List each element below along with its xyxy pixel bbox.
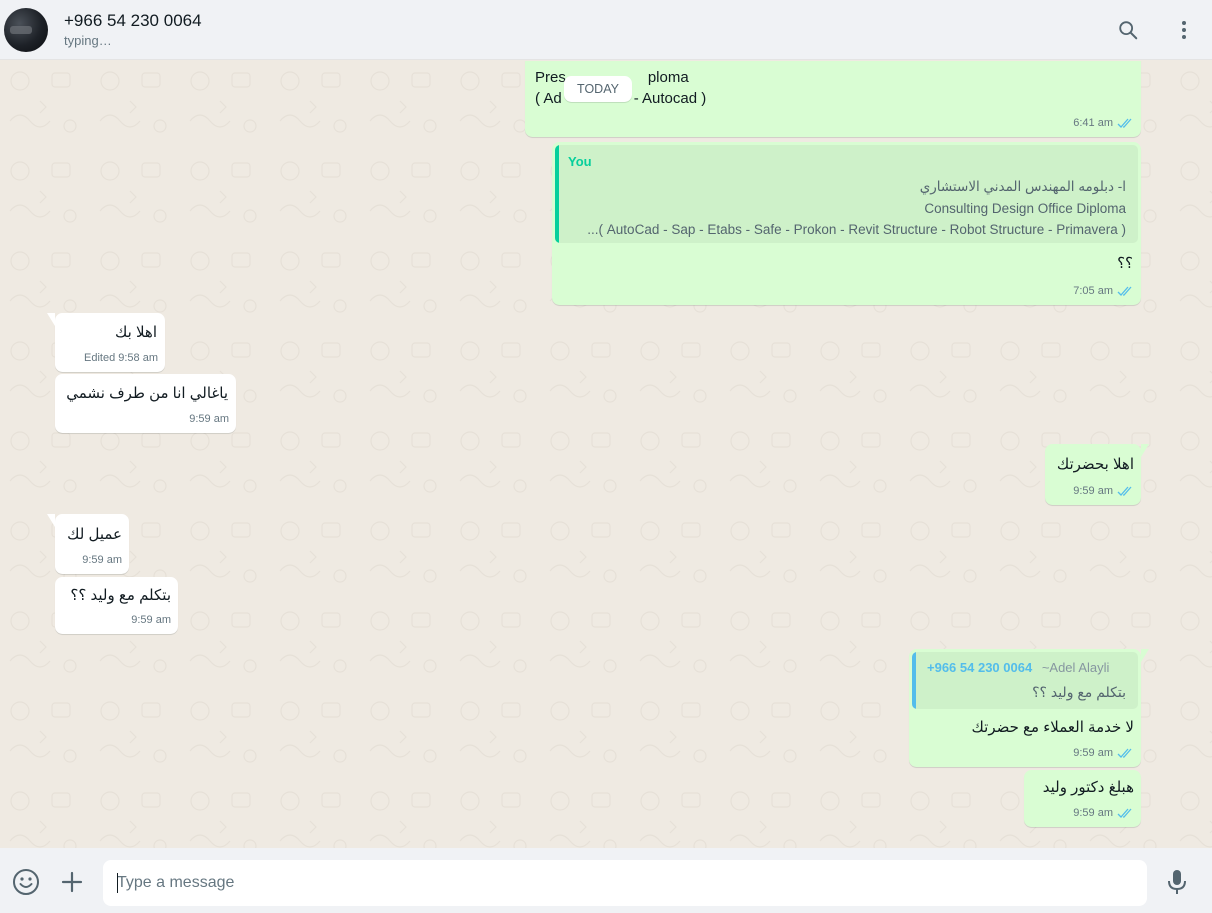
message-meta: 9:59 am — [1073, 481, 1134, 502]
message-time: 9:59 am — [1073, 747, 1113, 759]
search-icon[interactable] — [1116, 18, 1140, 42]
message-text: لا خدمة العملاء مع حضرتك — [971, 719, 1135, 736]
message-input[interactable] — [103, 860, 1147, 906]
read-ticks-icon — [1117, 118, 1132, 128]
message-bubble-incoming[interactable]: ياغالي انا من طرف نشمي 9:59 am — [55, 374, 236, 433]
quote-text-line: Consulting Design Office Diploma — [924, 201, 1126, 216]
text-caret — [117, 873, 118, 893]
message-time: 9:59 am — [1073, 485, 1113, 497]
message-meta: 7:05 am — [1073, 281, 1134, 302]
read-ticks-icon — [1117, 748, 1132, 758]
message-text: هبلغ دكتور وليد — [1042, 779, 1134, 796]
attach-plus-icon[interactable] — [56, 866, 88, 898]
chat-messages-pane[interactable]: Pres ploma ( Ad - Autocad ) 6:41 am TODAY … — [0, 61, 1212, 848]
message-time: 9:59 am — [1073, 807, 1113, 819]
message-time: 9:59 am — [189, 413, 229, 425]
header-actions — [1116, 18, 1196, 42]
message-bubble-outgoing[interactable]: اهلا بحضرتك 9:59 am — [1045, 444, 1149, 505]
contact-avatar[interactable] — [4, 7, 48, 52]
message-meta: 9:59 am — [1073, 743, 1134, 764]
menu-icon[interactable] — [1172, 18, 1196, 42]
message-bubble-outgoing[interactable]: You ا- دبلومه المهندس المدني الاستشاري C… — [552, 142, 1141, 305]
message-time: 6:41 am — [1073, 117, 1113, 129]
message-meta: Edited 9:58 am — [84, 348, 158, 369]
quote-bar — [912, 652, 916, 709]
date-divider: TODAY — [564, 76, 632, 102]
contact-info[interactable]: +966 54 230 0064 typing… — [64, 10, 1116, 50]
message-text: اهلا بك — [114, 324, 157, 341]
message-time: 7:05 am — [1073, 285, 1113, 297]
quote-author-phone: +966 54 230 0064 — [927, 660, 1033, 675]
quote-text-line: ( AutoCad - Sap - Etabs - Safe - Prokon … — [587, 222, 1126, 237]
quoted-message[interactable]: You ا- دبلومه المهندس المدني الاستشاري C… — [555, 145, 1138, 243]
read-ticks-icon — [1117, 286, 1132, 296]
message-text: عميل لك — [67, 526, 122, 543]
message-meta: 9:59 am — [189, 409, 229, 430]
message-bubble-incoming[interactable]: بتكلم مع وليد ؟؟ 9:59 am — [55, 577, 178, 634]
message-text: ياغالي انا من طرف نشمي — [66, 385, 228, 402]
message-meta: 6:41 am — [1073, 113, 1134, 134]
quote-text: بتكلم مع وليد ؟؟ — [1032, 684, 1126, 700]
emoji-icon[interactable] — [10, 866, 42, 898]
contact-status: typing… — [64, 32, 112, 48]
microphone-icon[interactable] — [1161, 866, 1193, 898]
message-meta: 9:59 am — [131, 610, 171, 631]
message-bubble-outgoing[interactable]: هبلغ دكتور وليد 9:59 am — [1024, 770, 1141, 827]
message-bubble-incoming[interactable]: عميل لك 9:59 am — [47, 514, 129, 574]
quote-author: +966 54 230 0064 ~Adel Alayli — [927, 657, 1109, 678]
chat-header: +966 54 230 0064 typing… — [0, 0, 1212, 60]
quote-author: You — [568, 154, 592, 169]
message-time: Edited 9:58 am — [84, 352, 158, 364]
message-bubble-incoming[interactable]: اهلا بك Edited 9:58 am — [47, 313, 165, 372]
message-text: بتكلم مع وليد ؟؟ — [70, 587, 171, 604]
quoted-message[interactable]: +966 54 230 0064 ~Adel Alayli بتكلم مع و… — [912, 652, 1138, 709]
quote-author-alias: ~Adel Alayli — [1041, 660, 1110, 675]
message-time: 9:59 am — [82, 554, 122, 566]
message-text: ؟؟ — [1117, 255, 1133, 272]
quote-bar — [555, 145, 559, 243]
contact-name: +966 54 230 0064 — [64, 10, 202, 30]
message-text: اهلا بحضرتك — [1056, 456, 1134, 473]
message-meta: 9:59 am — [82, 550, 122, 571]
message-meta: 9:59 am — [1073, 803, 1134, 824]
message-bubble-outgoing[interactable]: +966 54 230 0064 ~Adel Alayli بتكلم مع و… — [909, 649, 1149, 767]
message-time: 9:59 am — [131, 614, 171, 626]
read-ticks-icon — [1117, 486, 1132, 496]
message-composer — [0, 848, 1212, 913]
quote-text-line: ا- دبلومه المهندس المدني الاستشاري — [919, 179, 1126, 194]
read-ticks-icon — [1117, 808, 1132, 818]
